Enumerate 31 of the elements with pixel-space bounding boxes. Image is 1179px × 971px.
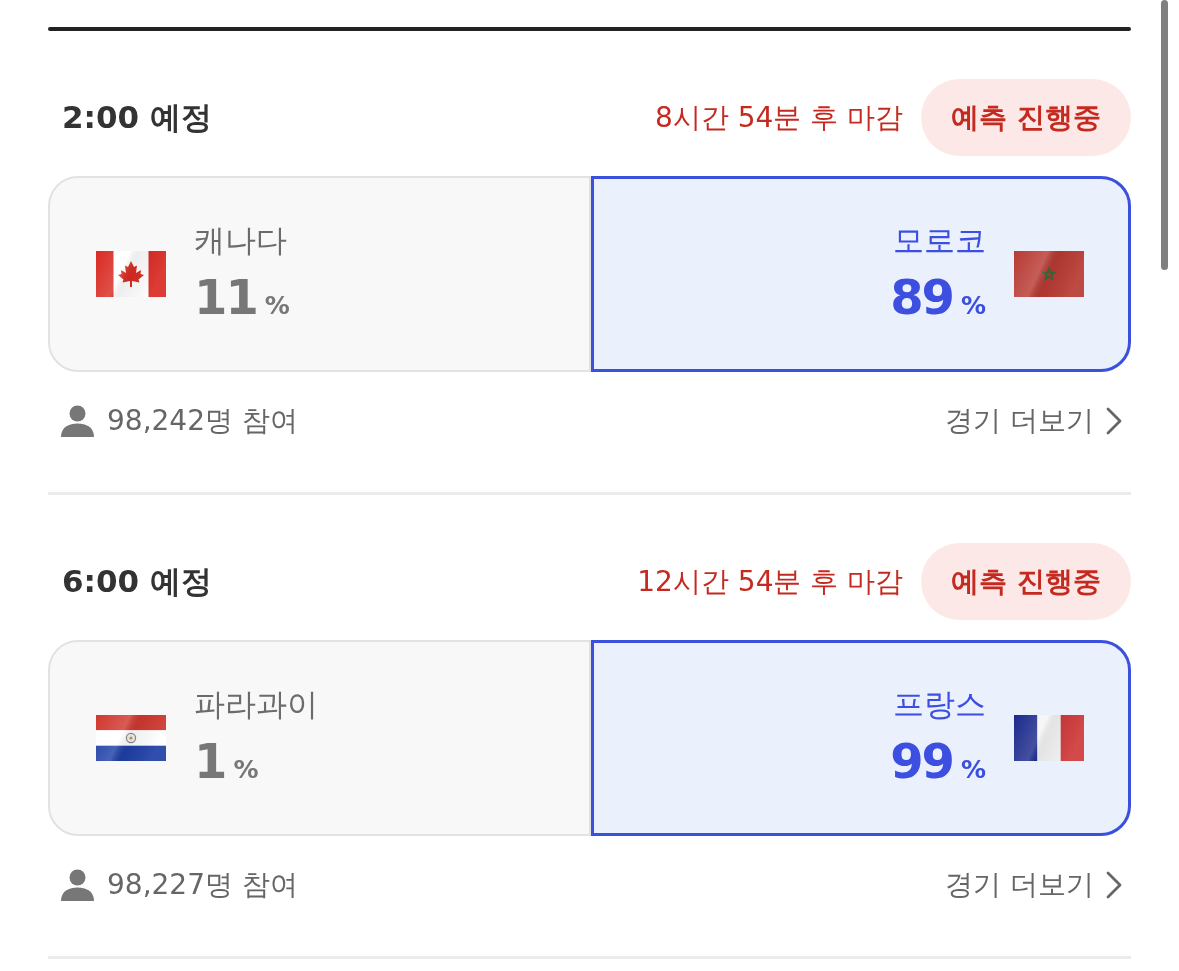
participant-count: 98,242명 참여 [107, 403, 298, 439]
participant-count: 98,227명 참여 [107, 867, 298, 903]
team-name: 프랑스 [893, 687, 986, 723]
morocco-flag-icon [1014, 251, 1084, 297]
team-option[interactable]: 캐나다 11 % [48, 176, 591, 372]
team-name: 캐나다 [194, 223, 287, 259]
deadline-text: 8시간 54분 후 마감 [655, 99, 904, 136]
match-more-link[interactable]: 경기 더보기 [945, 402, 1131, 440]
team-option[interactable]: 프랑스 99 % [590, 640, 1131, 836]
france-flag-icon [1014, 715, 1084, 761]
chevron-right-icon [1106, 871, 1122, 899]
match-more-link[interactable]: 경기 더보기 [945, 866, 1131, 904]
match-time: 2:00 예정 [61, 97, 212, 137]
team-name: 파라과이 [194, 687, 318, 723]
paraguay-flag-icon [96, 715, 166, 761]
team-name: 모로코 [893, 223, 986, 259]
vote-percent: 11 % [194, 272, 290, 321]
person-icon [60, 869, 95, 901]
vote-percent: 1 % [194, 736, 259, 785]
vote-percent: 99 % [890, 736, 986, 785]
team-option[interactable]: 모로코 89 % [590, 176, 1131, 372]
status-badge: 예측 진행중 [921, 79, 1131, 156]
canada-flag-icon [96, 251, 166, 297]
deadline-text: 12시간 54분 후 마감 [637, 563, 904, 600]
scrollbar-thumb[interactable] [1161, 0, 1168, 270]
status-badge: 예측 진행중 [921, 543, 1131, 620]
vote-percent: 89 % [890, 272, 986, 321]
person-icon [60, 405, 95, 437]
match-time: 6:00 예정 [61, 561, 212, 601]
chevron-right-icon [1106, 407, 1122, 435]
team-option[interactable]: 파라과이 1 % [48, 640, 591, 836]
